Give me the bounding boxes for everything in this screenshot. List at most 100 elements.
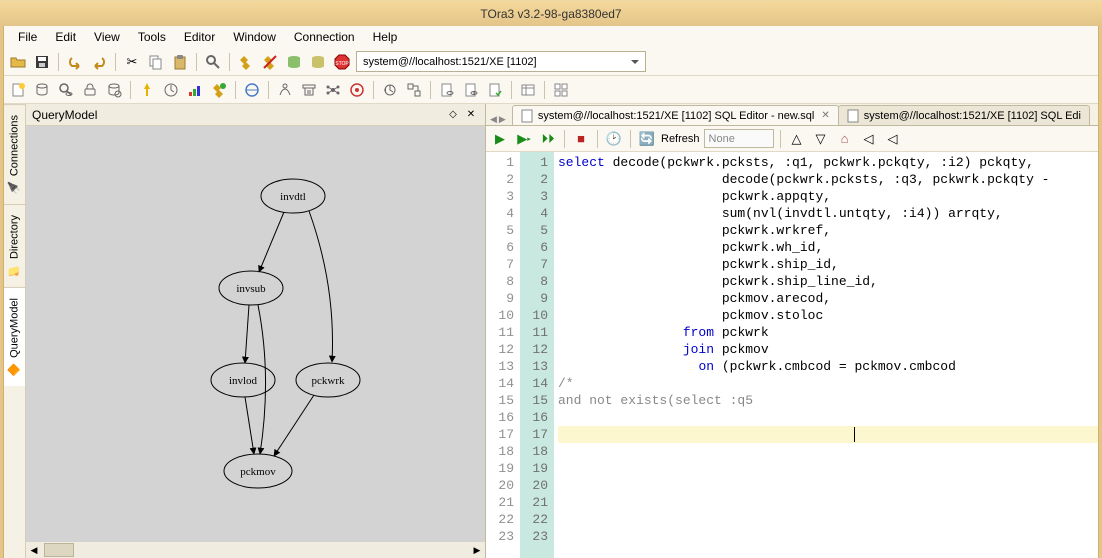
query-graph-svg: invdtl invsub invlod pckwrk pckmov [26, 126, 485, 526]
nav-fwd-icon[interactable]: ◁ [883, 129, 903, 149]
open-icon[interactable] [8, 52, 28, 72]
separator [630, 130, 631, 148]
redo-icon[interactable] [89, 52, 109, 72]
editor-tab-active[interactable]: system@//localhost:1521/XE [1102] SQL Ed… [512, 105, 839, 125]
execute-icon[interactable] [137, 80, 157, 100]
nav-back-icon[interactable]: ◁ [859, 129, 879, 149]
tab-label: system@//localhost:1521/XE [1102] SQL Ed… [864, 110, 1081, 122]
run-all-icon[interactable]: ⏵⏵ [538, 129, 558, 149]
refresh-icon[interactable]: 🔄 [637, 129, 657, 149]
tool-icon[interactable] [347, 80, 367, 100]
tool-icon[interactable] [161, 80, 181, 100]
tool-icon[interactable] [404, 80, 424, 100]
menu-view[interactable]: View [86, 28, 128, 46]
describe-icon[interactable]: ⌂ [835, 129, 855, 149]
svg-text:pckwrk: pckwrk [312, 375, 345, 387]
tab-close-icon[interactable]: ✕ [821, 110, 829, 121]
code-area[interactable]: select decode(pckwrk.pcksts, :q1, pckwrk… [554, 152, 1098, 558]
tool-toolbar [4, 76, 1098, 104]
code-editor[interactable]: 1234567891011121314151617181920212223 12… [486, 152, 1098, 558]
menu-help[interactable]: Help [365, 28, 406, 46]
menu-editor[interactable]: Editor [176, 28, 223, 46]
tool-icon[interactable] [32, 80, 52, 100]
horizontal-scrollbar[interactable]: ◀▶ [26, 542, 485, 558]
separator [58, 53, 59, 71]
schedule-icon[interactable]: 🕑 [604, 129, 624, 149]
save-icon[interactable] [32, 52, 52, 72]
separator [373, 81, 374, 99]
search-icon[interactable] [203, 52, 223, 72]
svg-text:invsub: invsub [236, 283, 266, 295]
side-tab-querymodel[interactable]: 🔶QueryModel [4, 287, 25, 386]
menu-connection[interactable]: Connection [286, 28, 363, 46]
editor-toolbar: ▶ ▶▸ ⏵⏵ ■ 🕑 🔄 Refresh △ ▽ ⌂ ◁ ◁ [486, 126, 1098, 152]
tool-icon[interactable] [518, 80, 538, 100]
menu-tools[interactable]: Tools [130, 28, 174, 46]
side-tab-connections[interactable]: 🔌Connections [4, 104, 25, 204]
tool-icon[interactable] [461, 80, 481, 100]
side-tab-directory[interactable]: 📁Directory [4, 204, 25, 287]
tab-nav-arrows[interactable]: ◀▶ [490, 114, 506, 125]
tool-icon[interactable] [275, 80, 295, 100]
editor-tab[interactable]: system@//localhost:1521/XE [1102] SQL Ed… [838, 105, 1090, 125]
connect-icon[interactable] [236, 52, 256, 72]
plan-icon[interactable]: △ [787, 129, 807, 149]
tool-icon[interactable] [380, 80, 400, 100]
tool-icon[interactable] [485, 80, 505, 100]
separator [235, 81, 236, 99]
separator [430, 81, 431, 99]
main-toolbar: ✂ STOP system@//localhost:1521/XE [1102] [4, 48, 1098, 76]
svg-text:STOP: STOP [335, 61, 349, 67]
separator [564, 130, 565, 148]
stop-icon[interactable]: STOP [332, 52, 352, 72]
rollback-icon[interactable] [308, 52, 328, 72]
svg-text:invlod: invlod [229, 375, 258, 387]
run-icon[interactable]: ▶ [490, 129, 510, 149]
tool-icon[interactable] [437, 80, 457, 100]
undo-icon[interactable] [65, 52, 85, 72]
separator [196, 53, 197, 71]
separator [229, 53, 230, 71]
app-title: TOra3 v3.2-98-ga8380ed7 [480, 7, 621, 21]
editor-pane: ◀▶ system@//localhost:1521/XE [1102] SQL… [486, 104, 1098, 558]
new-sheet-icon[interactable] [8, 80, 28, 100]
commit-icon[interactable] [284, 52, 304, 72]
refresh-label: Refresh [661, 133, 700, 145]
paste-icon[interactable] [170, 52, 190, 72]
tool-icon[interactable] [299, 80, 319, 100]
editor-tabbar: ◀▶ system@//localhost:1521/XE [1102] SQL… [486, 104, 1098, 126]
document-icon [521, 109, 533, 123]
tool-icon[interactable] [551, 80, 571, 100]
menu-window[interactable]: Window [225, 28, 284, 46]
tool-icon[interactable] [185, 80, 205, 100]
refresh-input[interactable] [704, 129, 774, 148]
separator [597, 130, 598, 148]
run-step-icon[interactable]: ▶▸ [514, 129, 534, 149]
tab-label: system@//localhost:1521/XE [1102] SQL Ed… [538, 110, 815, 122]
svg-text:invdtl: invdtl [280, 191, 306, 203]
tool-icon[interactable] [80, 80, 100, 100]
query-graph[interactable]: invdtl invsub invlod pckwrk pckmov [26, 126, 485, 542]
cut-icon[interactable]: ✂ [122, 52, 142, 72]
menu-edit[interactable]: Edit [47, 28, 84, 46]
separator [130, 81, 131, 99]
stop-icon[interactable]: ■ [571, 129, 591, 149]
separator [544, 81, 545, 99]
tool-icon[interactable] [323, 80, 343, 100]
plan-down-icon[interactable]: ▽ [811, 129, 831, 149]
dock-title: QueryModel ◇ ✕ [26, 104, 485, 126]
tool-icon[interactable] [56, 80, 76, 100]
separator [780, 130, 781, 148]
dock-float-icon[interactable]: ◇ [445, 107, 461, 123]
side-tabs: 🔌Connections 📁Directory 🔶QueryModel [4, 104, 26, 558]
menu-file[interactable]: File [10, 28, 45, 46]
menubar: File Edit View Tools Editor Window Conne… [4, 26, 1098, 48]
connection-select[interactable]: system@//localhost:1521/XE [1102] [356, 51, 646, 72]
copy-icon[interactable] [146, 52, 166, 72]
tool-icon[interactable] [242, 80, 262, 100]
disconnect-icon[interactable] [260, 52, 280, 72]
tool-icon[interactable] [104, 80, 124, 100]
dock-close-icon[interactable]: ✕ [463, 107, 479, 123]
tool-icon[interactable] [209, 80, 229, 100]
separator [115, 53, 116, 71]
